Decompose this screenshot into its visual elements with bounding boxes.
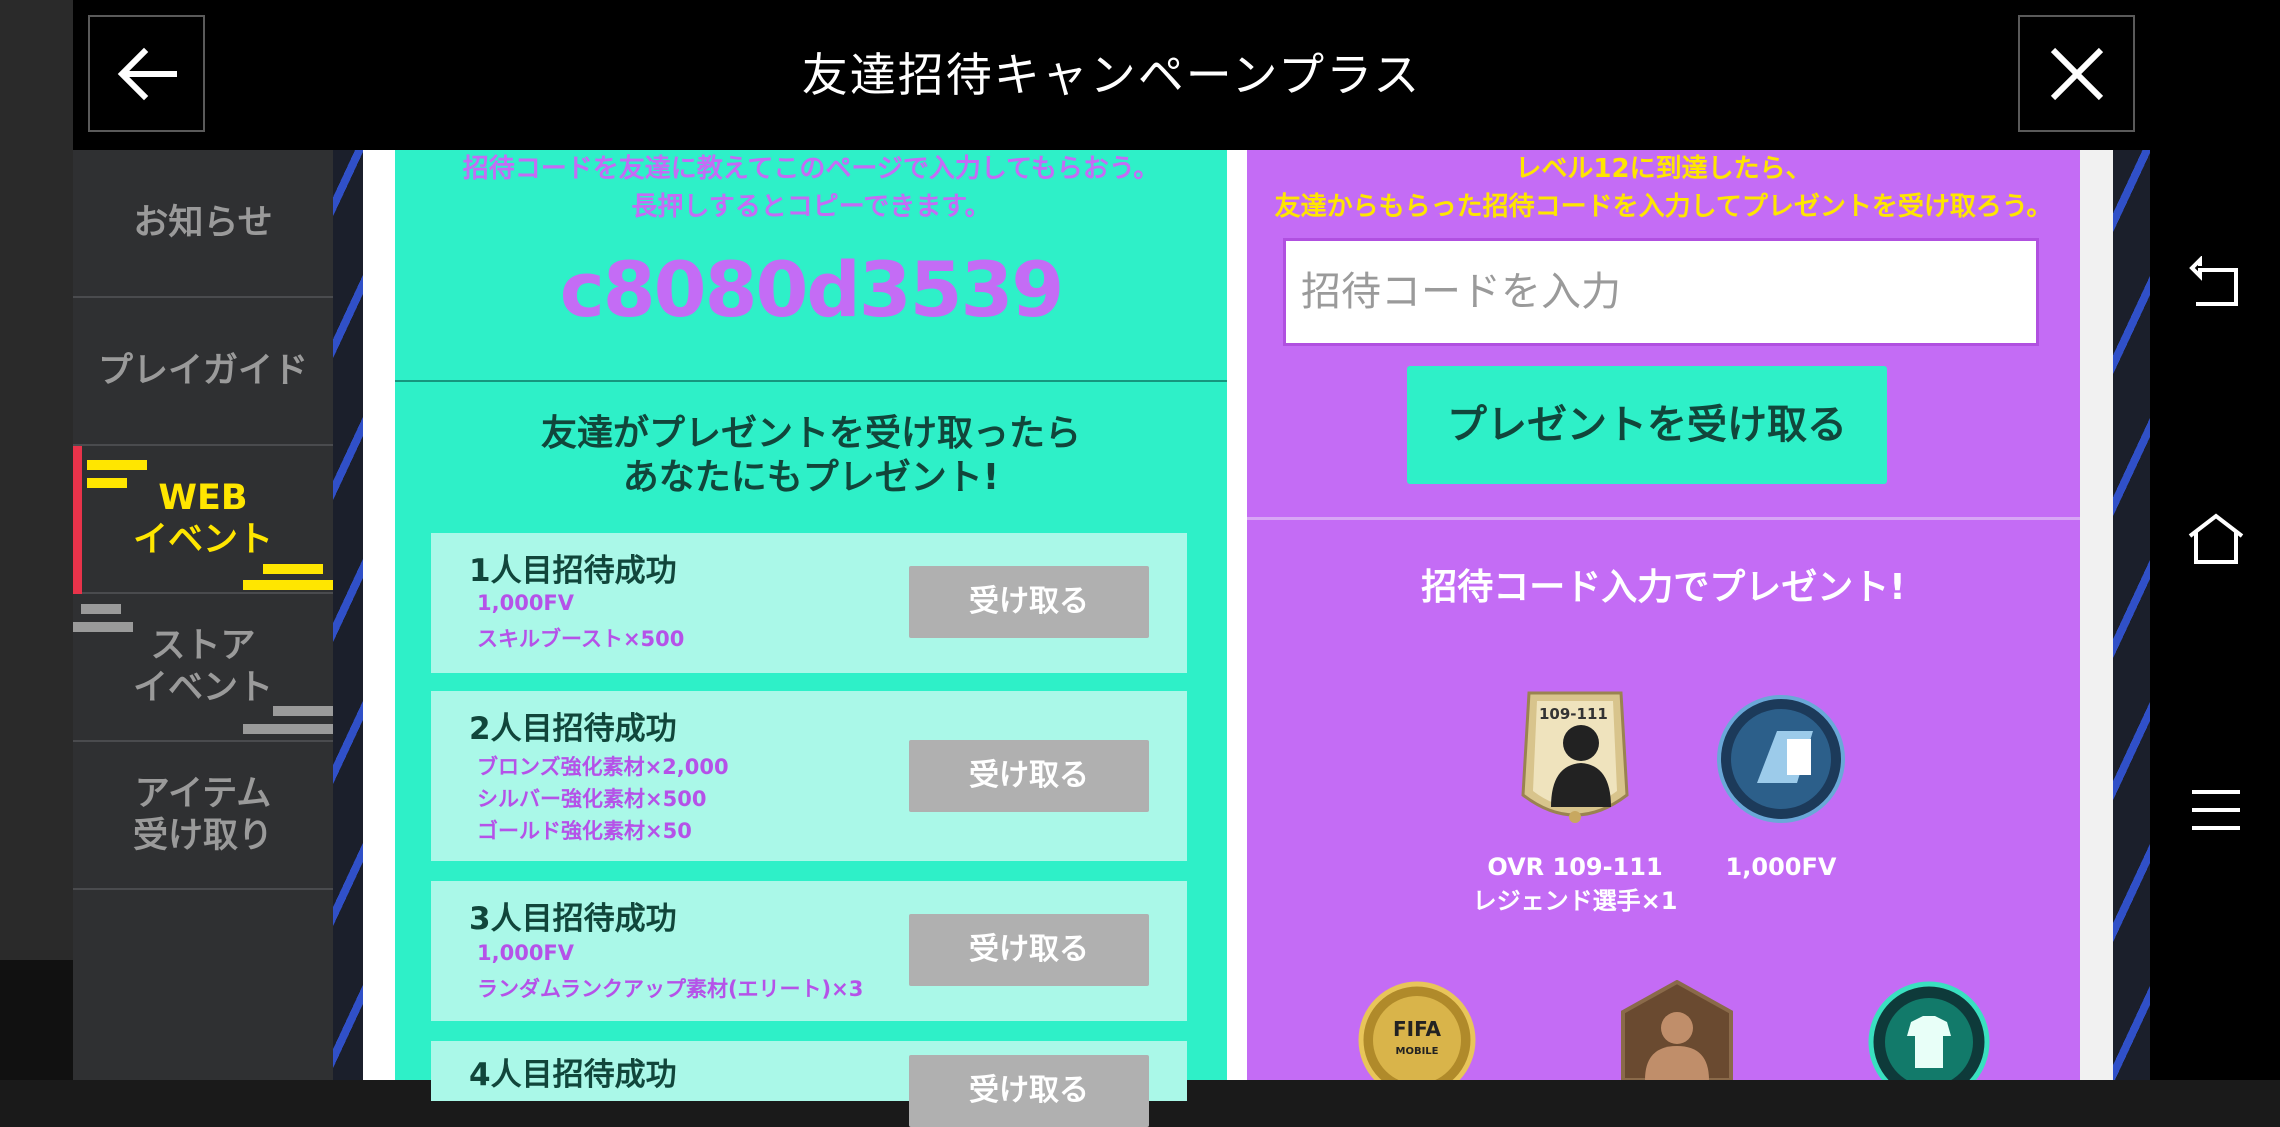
claim-button[interactable]: 受け取る (909, 914, 1149, 986)
close-button[interactable] (2018, 15, 2135, 132)
sidebar-item-label: イベント (132, 520, 273, 560)
instruction-line: 招待コードを友達に教えてこのページで入力してもらおう。 (462, 154, 1160, 184)
home-nav-icon (2188, 513, 2244, 564)
sidebar-item-store-event[interactable]: ストア イベント (73, 594, 333, 742)
coin-text: MOBILE (1396, 1046, 1439, 1057)
reward-title: 4人目招待成功 (469, 1057, 677, 1093)
reward-detail: スキルブースト×500 (477, 627, 685, 651)
fifa-mobile-coin-icon: FIFA MOBILE (1358, 981, 1476, 1080)
legend-player-card-icon: 109-111 (1521, 691, 1629, 823)
sidebar-item-label: 受け取り (132, 816, 273, 856)
present-item-label: 1,000FV (1681, 850, 1881, 884)
claim-button[interactable]: 受け取る (909, 566, 1149, 638)
reward-title: 3人目招待成功 (469, 901, 677, 937)
decoration-stripe (263, 564, 323, 574)
back-button[interactable] (88, 15, 205, 132)
heading-line: あなたにもプレゼント! (622, 457, 1000, 498)
heading-line: 友達がプレゼントを受け取ったら (540, 413, 1081, 454)
reward-row: 4人目招待成功 受け取る (431, 1041, 1187, 1127)
sidebar-item-web-event[interactable]: WEB イベント (73, 446, 333, 594)
close-icon (2050, 47, 2103, 100)
invite-code[interactable]: c8080d3539 (395, 245, 1227, 334)
sidebar-item-label: ストア (150, 626, 256, 666)
decoration-stripe (243, 580, 333, 590)
sidebar: お知らせ プレイガイド WEB イベント ストア イベント アイテム 受け取り (73, 150, 333, 1080)
instruction-line: レベル12に到達したら、 (1515, 154, 1812, 184)
reward-detail: ブロンズ強化素材×2,000 (477, 755, 729, 779)
menu-nav-icon (2192, 790, 2240, 830)
fifa-fv-coin-icon (1717, 695, 1845, 823)
sidebar-item-label: アイテム (134, 774, 272, 814)
webview-app: 友達招待キャンペーンプラス お知らせ プレイガイド WEB イベント ストア イ… (73, 0, 2223, 1127)
sidebar-item-notice[interactable]: お知らせ (73, 150, 333, 298)
system-menu-button[interactable] (2180, 774, 2252, 846)
reward-detail: 1,000FV (477, 591, 575, 615)
item-label-line: レジェンド選手×1 (1472, 887, 1678, 915)
system-navigation-bar (2150, 0, 2280, 1080)
decoration-stripe (243, 724, 333, 734)
invite-code-panel: 招待コードを友達に教えてこのページで入力してもらおう。 長押しするとコピーできま… (395, 150, 1227, 1127)
claim-button[interactable]: 受け取る (909, 1055, 1149, 1127)
scroll-gutter (2080, 150, 2113, 1080)
instruction-line: 長押しするとコピーできます。 (631, 192, 991, 222)
coin-text: FIFA (1393, 1017, 1441, 1041)
decoration-stripe (273, 706, 333, 716)
divider (395, 380, 1227, 382)
arrow-left-icon (117, 47, 177, 100)
sidebar-item-label: イベント (132, 668, 273, 708)
reward-detail: シルバー強化素材×500 (477, 787, 707, 811)
sidebar-item-label: プレイガイド (97, 351, 308, 391)
sidebar-item-label: WEB (158, 478, 248, 518)
sidebar-item-play-guide[interactable]: プレイガイド (73, 298, 333, 446)
event-content: 招待コードを友達に教えてこのページで入力してもらおう。 長押しするとコピーできま… (363, 150, 2113, 1127)
back-nav-icon (2189, 256, 2238, 306)
reward-detail: ゴールド強化素材×50 (477, 819, 692, 843)
top-bar: 友達招待キャンペーンプラス (73, 0, 2150, 150)
card-rating-text: 109-111 (1539, 705, 1608, 723)
divider (1247, 517, 2080, 520)
invite-code-input[interactable] (1283, 238, 2039, 346)
active-indicator (73, 446, 82, 594)
present-item-label: OVR 109-111 レジェンド選手×1 (1465, 850, 1685, 918)
present-heading: 招待コード入力でプレゼント! (1421, 567, 1906, 608)
page-title: 友達招待キャンペーンプラス (801, 48, 1422, 102)
kit-badge-icon (1868, 981, 1990, 1080)
background-block (0, 960, 73, 1080)
receive-present-button[interactable]: プレゼントを受け取る (1407, 366, 1887, 484)
enter-code-panel: レベル12に到達したら、 友達からもらった招待コードを入力してプレゼントを受け取… (1247, 150, 2080, 1080)
reward-row: 1人目招待成功 1,000FV スキルブースト×500 受け取る (431, 533, 1187, 673)
player-silhouette-badge-icon (1621, 980, 1733, 1080)
item-label-line: 1,000FV (1725, 853, 1837, 881)
decoration-stripe (73, 622, 133, 632)
system-home-button[interactable] (2180, 504, 2252, 576)
claim-button[interactable]: 受け取る (909, 740, 1149, 812)
system-back-button[interactable] (2180, 248, 2252, 320)
background-stripe (0, 0, 73, 960)
item-label-line: OVR 109-111 (1487, 853, 1663, 881)
reward-title: 2人目招待成功 (469, 711, 677, 747)
reward-detail: 1,000FV (477, 941, 575, 965)
enter-code-instruction: レベル12に到達したら、 友達からもらった招待コードを入力してプレゼントを受け取… (1247, 150, 2080, 226)
instruction-line: 友達からもらった招待コードを入力してプレゼントを受け取ろう。 (1274, 192, 2053, 222)
reward-row: 2人目招待成功 ブロンズ強化素材×2,000 シルバー強化素材×500 ゴールド… (431, 691, 1187, 861)
decoration-stripe (87, 460, 147, 470)
background-left (0, 0, 73, 1080)
decoration-stripe (81, 604, 121, 614)
reward-heading: 友達がプレゼントを受け取ったら あなたにもプレゼント! (395, 412, 1227, 500)
reward-row: 3人目招待成功 1,000FV ランダムランクアップ素材(エリート)×3 受け取… (431, 881, 1187, 1021)
sidebar-item-label: お知らせ (133, 203, 273, 243)
decoration-stripe (87, 478, 127, 488)
reward-title: 1人目招待成功 (469, 553, 677, 589)
invite-instruction: 招待コードを友達に教えてこのページで入力してもらおう。 長押しするとコピーできま… (395, 150, 1227, 226)
reward-detail: ランダムランクアップ素材(エリート)×3 (477, 977, 864, 1001)
sidebar-item-item-receive[interactable]: アイテム 受け取り (73, 742, 333, 890)
